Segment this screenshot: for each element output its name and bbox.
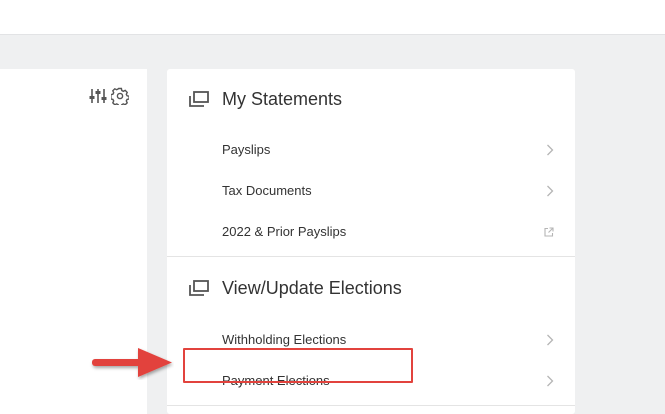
highlight-box: [183, 348, 413, 383]
my-statements-section: My Statements Payslips Tax Documents 202…: [167, 69, 575, 252]
copy-icon: [189, 91, 209, 107]
gear-icon[interactable]: [111, 87, 129, 105]
red-arrow-annotation: [92, 348, 172, 377]
chevron-right-icon: [547, 144, 554, 155]
prior-payslips-link[interactable]: 2022 & Prior Payslips: [167, 211, 575, 252]
section-divider: [167, 405, 575, 406]
withholding-elections-label: Withholding Elections: [222, 332, 347, 347]
view-update-elections-title: View/Update Elections: [222, 277, 402, 298]
tax-documents-label: Tax Documents: [222, 183, 312, 198]
my-statements-header: My Statements: [167, 69, 575, 129]
chevron-right-icon: [547, 375, 554, 386]
prior-payslips-label: 2022 & Prior Payslips: [222, 224, 347, 239]
chevron-right-icon: [547, 334, 554, 345]
panel-tools: [89, 87, 129, 105]
external-link-icon: [544, 226, 554, 237]
copy-icon: [189, 280, 209, 296]
view-update-elections-header: View/Update Elections: [167, 257, 575, 319]
tax-documents-link[interactable]: Tax Documents: [167, 170, 575, 211]
payslips-link[interactable]: Payslips: [167, 129, 575, 170]
my-statements-title: My Statements: [222, 88, 343, 109]
top-bar: [0, 0, 665, 35]
chevron-right-icon: [547, 185, 554, 196]
sliders-icon[interactable]: [89, 87, 107, 105]
payslips-label: Payslips: [222, 142, 271, 157]
